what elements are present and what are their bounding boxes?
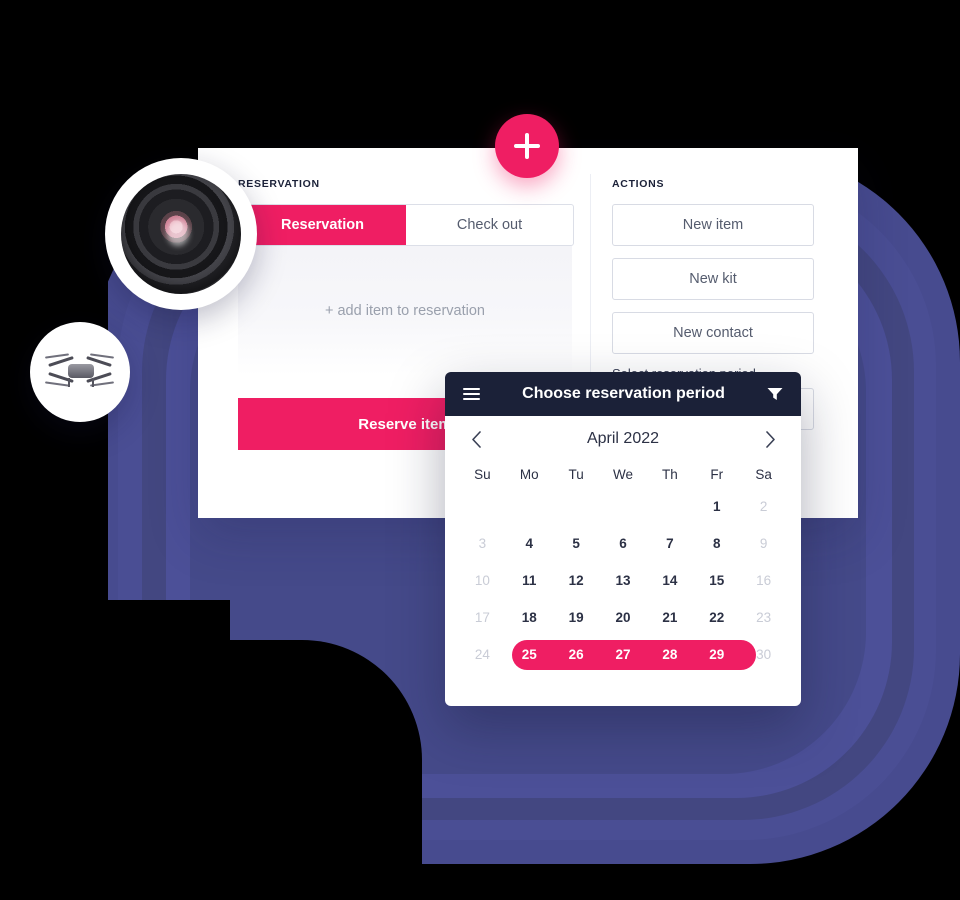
calendar-day-empty: [600, 494, 647, 520]
drone-icon: [44, 352, 115, 392]
weekday-tu: Tu: [568, 467, 584, 482]
weekday-fr: Fr: [710, 467, 724, 482]
calendar-day-17[interactable]: 17: [459, 605, 506, 631]
drone-photo: [30, 322, 130, 422]
calendar-grid: 1 2 3 4 5 6 7 8 9 10 11 12 13 14 15 16 17 18 19 20 21 22 23 24 2…: [445, 488, 801, 673]
tab-reservation[interactable]: Reservation: [239, 205, 406, 245]
add-button[interactable]: [495, 114, 559, 178]
funnel-icon[interactable]: [767, 387, 783, 401]
weekday-sa: Sa: [755, 467, 772, 482]
calendar-week-row: 24 25 26 27 28 29 30: [445, 636, 801, 673]
calendar-day-24[interactable]: 24: [459, 642, 506, 668]
dialog-header: Choose reservation period: [445, 372, 801, 416]
calendar-day-7[interactable]: 7: [646, 531, 693, 557]
prev-month-button[interactable]: [463, 426, 489, 452]
calendar-day-5[interactable]: 5: [553, 531, 600, 557]
calendar-day-13[interactable]: 13: [600, 568, 647, 594]
calendar-nav: April 2022: [445, 416, 801, 462]
add-item-dropzone[interactable]: + add item to reservation: [238, 246, 572, 376]
calendar-day-27[interactable]: 27: [600, 642, 647, 668]
new-contact-button[interactable]: New contact: [612, 312, 814, 354]
hamburger-icon[interactable]: [463, 387, 480, 401]
tab-check-out[interactable]: Check out: [406, 205, 573, 245]
weekday-we: We: [613, 467, 634, 482]
weekday-su: Su: [474, 467, 491, 482]
calendar-day-10[interactable]: 10: [459, 568, 506, 594]
calendar-day-3[interactable]: 3: [459, 531, 506, 557]
calendar-week-row: 17 18 19 20 21 22 23: [445, 599, 801, 636]
camera-lens-photo: [105, 158, 257, 310]
calendar-day-23[interactable]: 23: [740, 605, 787, 631]
scene: RESERVATION Reservation Check out + add …: [0, 0, 960, 900]
next-month-button[interactable]: [757, 426, 783, 452]
calendar-day-25[interactable]: 25: [506, 642, 553, 668]
calendar-day-28[interactable]: 28: [646, 642, 693, 668]
reservation-section-label: RESERVATION: [238, 178, 320, 190]
calendar-day-4[interactable]: 4: [506, 531, 553, 557]
calendar-day-8[interactable]: 8: [693, 531, 740, 557]
calendar-day-15[interactable]: 15: [693, 568, 740, 594]
camera-lens-icon: [121, 174, 241, 294]
new-item-button[interactable]: New item: [612, 204, 814, 246]
calendar-day-30[interactable]: 30: [740, 642, 787, 668]
dialog-title: Choose reservation period: [522, 385, 725, 402]
calendar-week-row: 12: [445, 488, 801, 525]
add-item-dropzone-label: + add item to reservation: [325, 303, 485, 319]
calendar-day-18[interactable]: 18: [506, 605, 553, 631]
plus-icon-vertical: [525, 133, 529, 159]
calendar-day-1[interactable]: 1: [693, 494, 740, 520]
calendar-weekday-header: Su Mo Tu We Th Fr Sa: [445, 462, 801, 488]
calendar-day-16[interactable]: 16: [740, 568, 787, 594]
reservation-period-dialog: Choose reservation period April 2022 Su M…: [445, 372, 801, 706]
reservation-tabs: Reservation Check out: [238, 204, 574, 246]
calendar-day-2[interactable]: 2: [740, 494, 787, 520]
calendar-day-empty: [646, 494, 693, 520]
calendar-week-row: 10 11 12 13 14 15 16: [445, 562, 801, 599]
calendar-day-21[interactable]: 21: [646, 605, 693, 631]
calendar-day-26[interactable]: 26: [553, 642, 600, 668]
calendar-day-6[interactable]: 6: [600, 531, 647, 557]
calendar-day-29[interactable]: 29: [693, 642, 740, 668]
calendar-day-empty: [506, 494, 553, 520]
calendar-day-12[interactable]: 12: [553, 568, 600, 594]
actions-section-label: ACTIONS: [612, 178, 665, 190]
calendar-week-row: 3456789: [445, 525, 801, 562]
calendar-day-20[interactable]: 20: [600, 605, 647, 631]
new-kit-button[interactable]: New kit: [612, 258, 814, 300]
calendar-month-label: April 2022: [586, 430, 660, 447]
calendar-day-empty: [553, 494, 600, 520]
calendar-day-11[interactable]: 11: [506, 568, 553, 594]
weekday-mo: Mo: [519, 467, 539, 482]
calendar-day-9[interactable]: 9: [740, 531, 787, 557]
calendar-day-19[interactable]: 19: [553, 605, 600, 631]
weekday-th: Th: [661, 467, 678, 482]
calendar-day-empty: [459, 494, 506, 520]
calendar-day-14[interactable]: 14: [646, 568, 693, 594]
calendar-day-22[interactable]: 22: [693, 605, 740, 631]
